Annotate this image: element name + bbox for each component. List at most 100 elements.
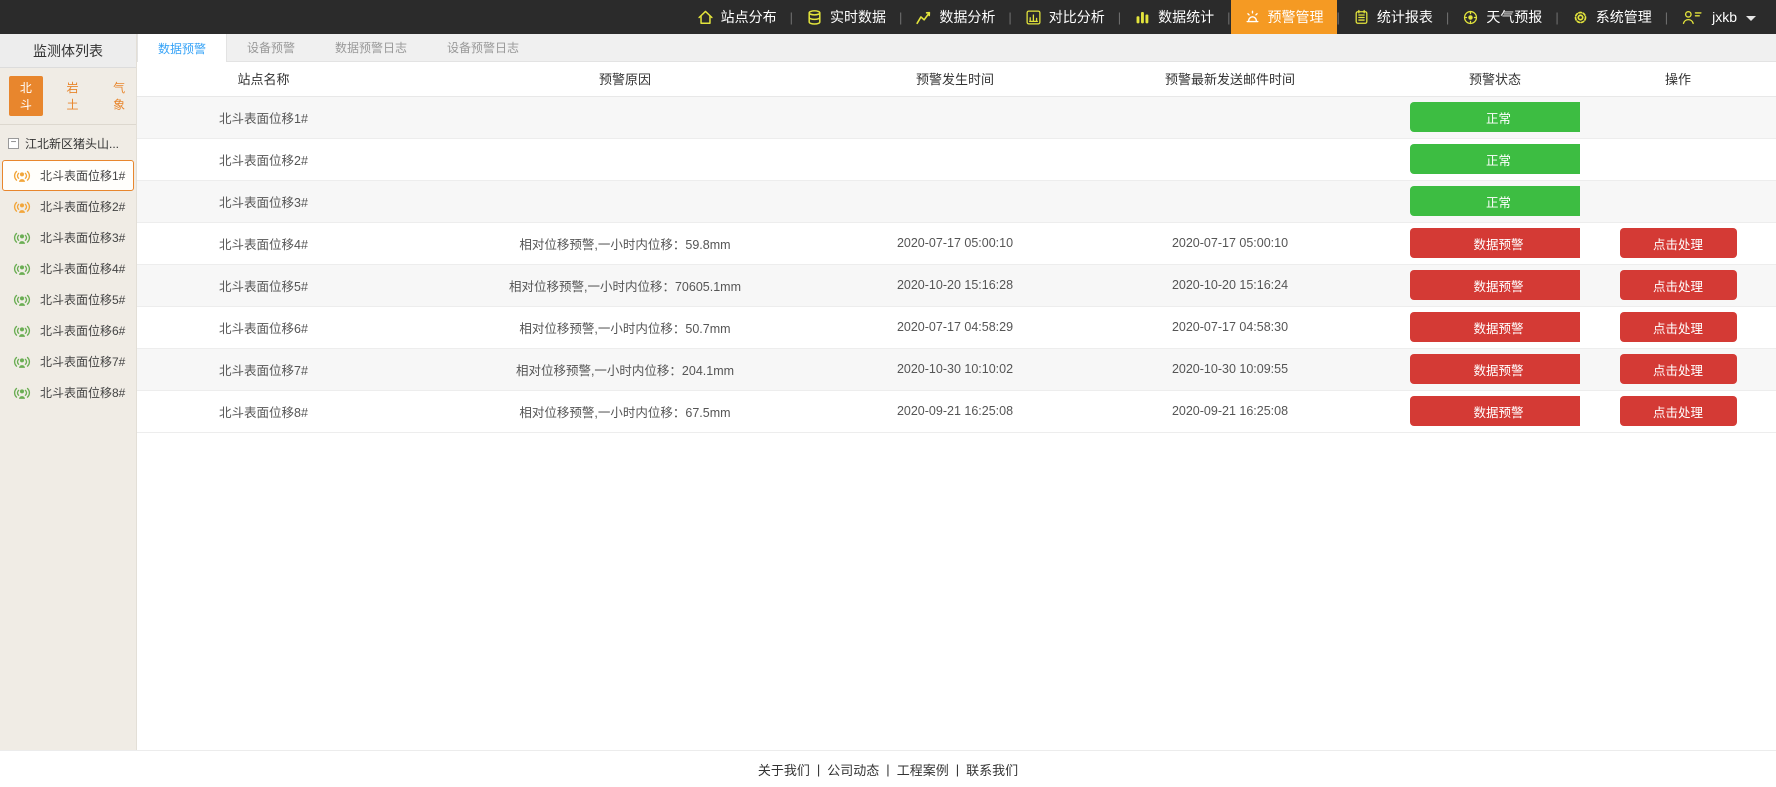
compare-chart-icon bbox=[1025, 9, 1042, 26]
station-label: 北斗表面位移1# bbox=[40, 167, 125, 184]
handle-button[interactable]: 点击处理 bbox=[1620, 354, 1737, 384]
table-row: 北斗表面位移6#相对位移预警,一小时内位移：50.7mm 2020-07-17 0… bbox=[137, 306, 1776, 348]
handle-button[interactable]: 点击处理 bbox=[1620, 396, 1737, 426]
handle-button[interactable]: 点击处理 bbox=[1620, 312, 1737, 342]
sidebar-item-station[interactable]: 北斗表面位移6# bbox=[0, 315, 136, 346]
table-row: 北斗表面位移4#相对位移预警,一小时内位移：59.8mm2020-07-17 0… bbox=[137, 222, 1776, 264]
nav-item-label: 对比分析 bbox=[1049, 7, 1105, 27]
user-menu[interactable]: jxkb bbox=[1668, 9, 1762, 26]
tab-1[interactable]: 数据预警 bbox=[137, 34, 227, 62]
report-icon bbox=[1353, 9, 1370, 26]
sidebar-tab-2[interactable]: 岩土 bbox=[56, 76, 90, 116]
table-row: 北斗表面位移1# 正常 bbox=[137, 96, 1776, 138]
footer-link-2[interactable]: 公司动态 bbox=[827, 760, 879, 779]
broadcast-icon bbox=[13, 292, 31, 308]
sidebar-item-station[interactable]: 北斗表面位移3# bbox=[0, 222, 136, 253]
mailed-cell: 2020-07-17 05:00:10 bbox=[1050, 222, 1410, 264]
nav-item-3[interactable]: 数据分析 bbox=[902, 0, 1008, 34]
station-label: 北斗表面位移4# bbox=[40, 260, 125, 277]
nav-item-6[interactable]: 预警管理 bbox=[1231, 0, 1337, 34]
footer-link-3[interactable]: 工程案例 bbox=[897, 760, 949, 779]
tree-node-region[interactable]: − 江北新区猪头山... bbox=[0, 125, 136, 160]
site-cell: 北斗表面位移4# bbox=[137, 222, 390, 264]
status-badge: 数据预警 bbox=[1410, 270, 1580, 300]
status-badge: 数据预警 bbox=[1410, 312, 1580, 342]
occurred-cell: 2020-10-30 10:10:02 bbox=[860, 348, 1050, 390]
nav-item-label: 预警管理 bbox=[1268, 7, 1324, 27]
status-cell: 正常 bbox=[1410, 96, 1580, 138]
gear-icon bbox=[1572, 9, 1589, 26]
page-footer: 关于我们 | 公司动态 | 工程案例 | 联系我们 bbox=[0, 750, 1776, 787]
nav-item-label: 站点分布 bbox=[721, 7, 777, 27]
site-cell: 北斗表面位移7# bbox=[137, 348, 390, 390]
nav-item-label: 天气预报 bbox=[1486, 7, 1542, 27]
reason-cell bbox=[390, 96, 860, 138]
site-cell: 北斗表面位移2# bbox=[137, 138, 390, 180]
sidebar-tab-3[interactable]: 气象 bbox=[102, 76, 136, 116]
nav-item-8[interactable]: 天气预报 bbox=[1449, 0, 1555, 34]
occurred-cell: 2020-07-17 05:00:10 bbox=[860, 222, 1050, 264]
broadcast-icon bbox=[13, 323, 31, 339]
action-cell: 点击处理 bbox=[1580, 306, 1776, 348]
tab-2[interactable]: 设备预警 bbox=[227, 34, 315, 61]
nav-item-label: 数据统计 bbox=[1158, 7, 1214, 27]
column-header: 操作 bbox=[1580, 62, 1776, 96]
tab-4[interactable]: 设备预警日志 bbox=[427, 34, 539, 61]
user-icon bbox=[1681, 9, 1703, 26]
nav-item-9[interactable]: 系统管理 bbox=[1559, 0, 1665, 34]
sidebar-item-station[interactable]: 北斗表面位移1# bbox=[2, 160, 134, 191]
table-row: 北斗表面位移5#相对位移预警,一小时内位移：70605.1mm2020-10-2… bbox=[137, 264, 1776, 306]
sidebar-item-station[interactable]: 北斗表面位移8# bbox=[0, 377, 136, 408]
collapse-icon[interactable]: − bbox=[8, 138, 19, 149]
site-cell: 北斗表面位移5# bbox=[137, 264, 390, 306]
site-cell: 北斗表面位移3# bbox=[137, 180, 390, 222]
footer-separator: | bbox=[956, 762, 959, 777]
site-cell: 北斗表面位移1# bbox=[137, 96, 390, 138]
site-cell: 北斗表面位移6# bbox=[137, 306, 390, 348]
status-badge: 数据预警 bbox=[1410, 354, 1580, 384]
nav-item-label: 系统管理 bbox=[1596, 7, 1652, 27]
station-label: 北斗表面位移2# bbox=[40, 198, 125, 215]
column-header: 预警状态 bbox=[1410, 62, 1580, 96]
sidebar-tab-1[interactable]: 北斗 bbox=[9, 76, 43, 116]
station-list: 北斗表面位移1# 北斗表面位移2# 北斗表面位移3# 北斗表面位移4# 北斗表面位移5#… bbox=[0, 160, 136, 408]
occurred-cell: 2020-10-20 15:16:28 bbox=[860, 264, 1050, 306]
column-header: 预警原因 bbox=[390, 62, 860, 96]
tab-3[interactable]: 数据预警日志 bbox=[315, 34, 427, 61]
broadcast-icon bbox=[13, 385, 31, 401]
handle-button[interactable]: 点击处理 bbox=[1620, 270, 1737, 300]
sidebar-category-tabs: 北斗岩土气象 bbox=[0, 68, 136, 125]
sidebar-item-station[interactable]: 北斗表面位移5# bbox=[0, 284, 136, 315]
footer-separator: | bbox=[817, 762, 820, 777]
sidebar-item-station[interactable]: 北斗表面位移2# bbox=[0, 191, 136, 222]
status-cell: 数据预警 bbox=[1410, 390, 1580, 432]
home-icon bbox=[697, 9, 714, 26]
reason-cell: 相对位移预警,一小时内位移：67.5mm bbox=[390, 390, 860, 432]
reason-cell: 相对位移预警,一小时内位移：50.7mm bbox=[390, 306, 860, 348]
table-row: 北斗表面位移7#相对位移预警,一小时内位移：204.1mm2020-10-30 … bbox=[137, 348, 1776, 390]
action-cell bbox=[1580, 96, 1776, 138]
monitoring-sidebar: 监测体列表 北斗岩土气象 − 江北新区猪头山... 北斗表面位移1#北斗表面位移… bbox=[0, 34, 137, 750]
nav-item-7[interactable]: 统计报表 bbox=[1340, 0, 1446, 34]
sidebar-item-station[interactable]: 北斗表面位移4# bbox=[0, 253, 136, 284]
mailed-cell: 2020-07-17 04:58:30 bbox=[1050, 306, 1410, 348]
nav-item-label: 实时数据 bbox=[830, 7, 886, 27]
table-row: 北斗表面位移2#正常 bbox=[137, 138, 1776, 180]
sidebar-item-station[interactable]: 北斗表面位移7# bbox=[0, 346, 136, 377]
status-badge: 数据预警 bbox=[1410, 228, 1580, 258]
weather-icon bbox=[1462, 9, 1479, 26]
nav-item-4[interactable]: 对比分析 bbox=[1012, 0, 1118, 34]
mailed-cell bbox=[1050, 96, 1410, 138]
table-header-row: 站点名称预警原因预警发生时间预警最新发送邮件时间预警状态操作 bbox=[137, 62, 1776, 96]
station-label: 北斗表面位移3# bbox=[40, 229, 125, 246]
action-cell bbox=[1580, 180, 1776, 222]
footer-separator: | bbox=[886, 762, 889, 777]
nav-item-1[interactable]: 站点分布 bbox=[684, 0, 790, 34]
nav-item-label: 数据分析 bbox=[939, 7, 995, 27]
footer-link-1[interactable]: 关于我们 bbox=[758, 760, 810, 779]
handle-button[interactable]: 点击处理 bbox=[1620, 228, 1737, 258]
status-badge: 正常 bbox=[1410, 186, 1580, 216]
nav-item-2[interactable]: 实时数据 bbox=[793, 0, 899, 34]
nav-item-5[interactable]: 数据统计 bbox=[1121, 0, 1227, 34]
footer-link-4[interactable]: 联系我们 bbox=[966, 760, 1018, 779]
